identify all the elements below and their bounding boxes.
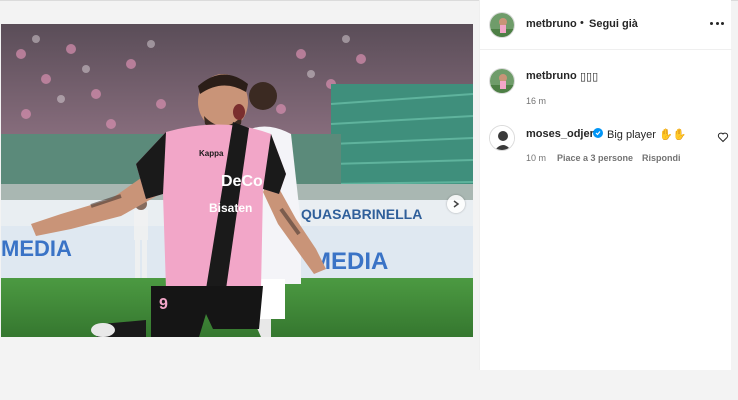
verified-badge-icon	[593, 128, 603, 138]
banner-top: QUASABRINELLA	[301, 206, 422, 222]
caption-username[interactable]: metbruno	[526, 70, 577, 82]
caption-avatar[interactable]	[489, 68, 515, 94]
more-options-icon[interactable]	[710, 18, 724, 28]
comment-avatar[interactable]	[489, 125, 515, 151]
jersey-number: 9	[159, 296, 168, 313]
comment-likes-link[interactable]: Piace a 3 persone	[557, 153, 633, 163]
jersey-sponsor: DeCo	[221, 173, 263, 190]
jersey-brand: Kappa	[199, 149, 224, 158]
heart-icon[interactable]	[717, 131, 729, 143]
banner-bottom-left: MEDIA	[1, 236, 72, 261]
caption-text: ▯▯▯	[580, 71, 599, 83]
jersey-sponsor2: Bisaten	[209, 201, 252, 215]
author-avatar[interactable]	[489, 12, 515, 38]
avatar-image	[490, 69, 514, 93]
comment-reply-button[interactable]: Rispondi	[642, 153, 681, 163]
post-side-panel: metbruno • Segui già metbruno ▯▯▯ 16 m m…	[479, 0, 732, 370]
caption-timestamp[interactable]: 16 m	[526, 96, 546, 106]
post-modal: QUASABRINELLA MEDIA MEDIA DeCo Bisaten K…	[0, 0, 738, 400]
follow-separator: •	[580, 17, 584, 29]
author-username[interactable]: metbruno	[526, 18, 577, 30]
comment-text: Big player ✋✋	[607, 129, 687, 141]
post-header: metbruno • Segui già	[480, 0, 732, 50]
post-media[interactable]: QUASABRINELLA MEDIA MEDIA DeCo Bisaten K…	[1, 24, 473, 337]
carousel-next-button[interactable]	[447, 195, 465, 213]
avatar-image	[490, 126, 514, 150]
banner-bottom-right: MEDIA	[311, 248, 388, 275]
comment-username[interactable]: moses_odjer	[526, 128, 594, 140]
avatar-image	[490, 13, 514, 37]
post-photo: QUASABRINELLA MEDIA MEDIA DeCo Bisaten K…	[1, 24, 473, 337]
comment-timestamp[interactable]: 10 m	[526, 153, 546, 163]
chevron-right-icon	[453, 200, 460, 208]
follow-status-button[interactable]: Segui già	[589, 18, 638, 30]
